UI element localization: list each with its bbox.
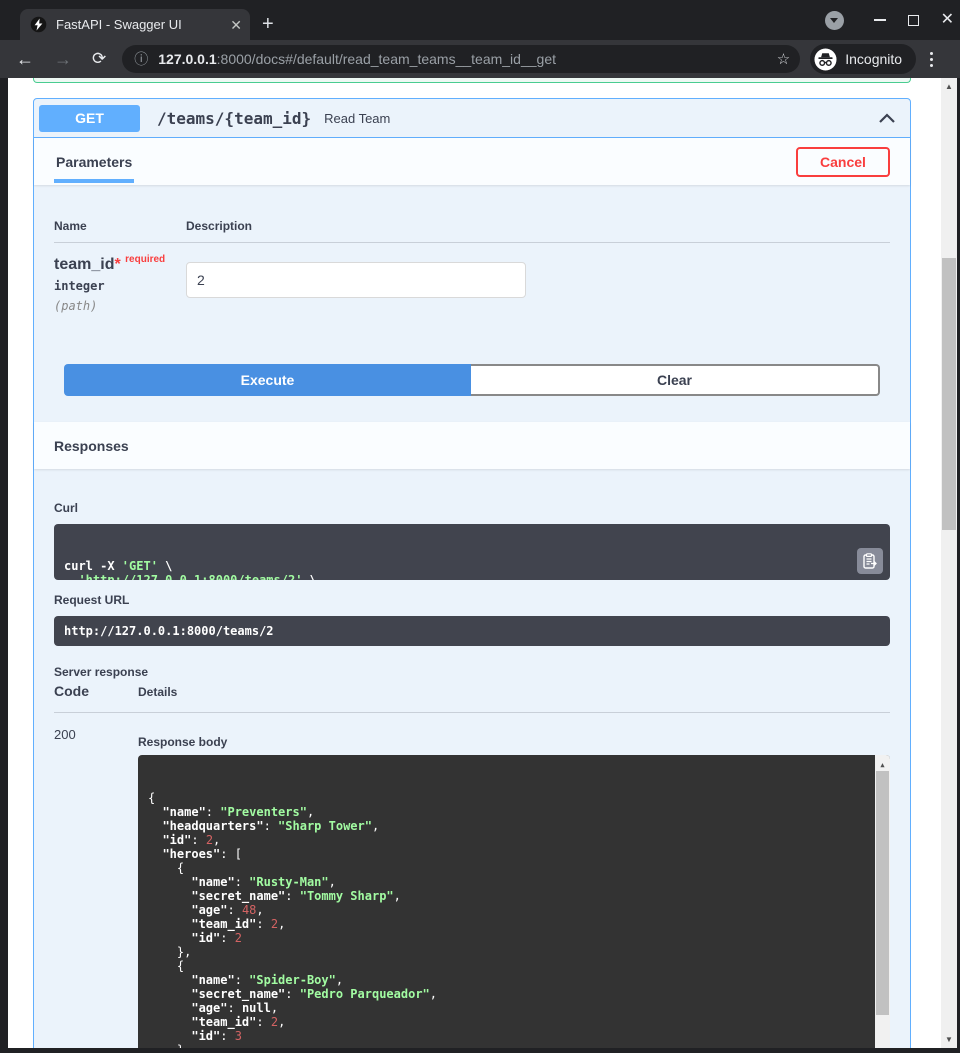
page-scrollbar[interactable]: ▲ ▼ — [941, 78, 957, 1048]
response-body-scrollbar[interactable]: ▲ — [875, 755, 890, 1048]
window-minimize-button[interactable] — [874, 19, 886, 21]
parameters-section-header: Parameters Cancel — [34, 138, 910, 185]
parameter-row: team_id* required integer (path) — [54, 243, 890, 313]
page-scroll-up-icon[interactable]: ▲ — [941, 82, 957, 91]
opblock-get-teams-team-id: GET /teams/{team_id} Read Team Parameter… — [33, 98, 911, 1048]
required-label: required — [125, 254, 165, 265]
swagger-page: GET /teams/{team_id} Read Team Parameter… — [8, 78, 957, 1048]
parameters-table-header: Name Description — [54, 185, 890, 243]
bookmark-star-icon[interactable]: ☆ — [777, 50, 790, 68]
browser-tab[interactable]: FastAPI - Swagger UI ✕ — [20, 9, 250, 40]
tab-parameters[interactable]: Parameters — [54, 141, 134, 183]
clear-button[interactable]: Clear — [471, 364, 880, 396]
url-bar[interactable]: ⓘ 127.0.0.1:8000/docs#/default/read_team… — [122, 45, 800, 73]
incognito-badge: Incognito — [810, 44, 916, 74]
url-text: 127.0.0.1:8000/docs#/default/read_team_t… — [158, 51, 777, 67]
page-scroll-down-icon[interactable]: ▼ — [941, 1035, 957, 1044]
cancel-button[interactable]: Cancel — [796, 147, 890, 177]
request-url-value: http://127.0.0.1:8000/teams/2 — [54, 616, 890, 646]
required-star: * — [114, 256, 120, 273]
request-url-label: Request URL — [54, 593, 890, 607]
op-path: /teams/{team_id} — [157, 109, 311, 128]
clipboard-icon — [863, 553, 877, 569]
copy-to-clipboard-button[interactable] — [857, 548, 883, 574]
url-host: 127.0.0.1 — [158, 51, 216, 67]
response-row: 200 Response body { "name": "Preventers"… — [54, 713, 890, 1048]
responses-title: Responses — [54, 438, 129, 454]
tab-title: FastAPI - Swagger UI — [56, 17, 224, 32]
name-column-header: Name — [54, 219, 186, 233]
incognito-label: Incognito — [845, 51, 902, 67]
parameter-location: (path) — [54, 299, 186, 313]
opblock-summary[interactable]: GET /teams/{team_id} Read Team — [34, 99, 910, 138]
tab-search-button[interactable] — [825, 11, 844, 30]
tab-close-icon[interactable]: ✕ — [230, 18, 242, 32]
page-info-icon[interactable]: ⓘ — [134, 49, 148, 69]
server-response-label: Server response — [54, 665, 890, 679]
op-summary: Read Team — [324, 111, 390, 126]
scroll-up-icon[interactable]: ▲ — [875, 758, 890, 772]
method-badge: GET — [39, 105, 140, 132]
curl-command: curl -X 'GET' \ 'http://127.0.0.1:8000/t… — [54, 524, 890, 580]
fastapi-favicon-icon — [30, 16, 47, 33]
curl-label: Curl — [54, 501, 890, 515]
details-column-header: Details — [138, 685, 177, 699]
browser-menu-button[interactable] — [930, 52, 933, 67]
parameter-name: team_id* required — [54, 256, 186, 274]
server-response-table: Code Details 200 Response body { "name":… — [54, 683, 890, 1048]
forward-button: → — [54, 50, 72, 68]
description-column-header: Description — [186, 219, 252, 233]
window-maximize-button[interactable] — [908, 15, 919, 26]
response-scrollbar-thumb[interactable] — [876, 771, 889, 1015]
parameter-type: integer — [54, 279, 186, 293]
window-close-button[interactable]: ✕ — [941, 12, 954, 28]
browser-toolbar: ← → ⟳ ⓘ 127.0.0.1:8000/docs#/default/rea… — [0, 40, 960, 78]
responses-body: Curl curl -X 'GET' \ 'http://127.0.0.1:8… — [34, 469, 910, 1048]
back-button[interactable]: ← — [16, 50, 34, 68]
execute-row: Execute Clear — [64, 364, 880, 396]
response-body-json: { "name": "Preventers", "headquarters": … — [138, 755, 890, 1048]
new-tab-button[interactable]: + — [262, 13, 274, 35]
reload-button[interactable]: ⟳ — [92, 50, 106, 68]
page-scrollbar-thumb[interactable] — [942, 258, 956, 530]
incognito-spy-icon — [814, 48, 837, 71]
status-code: 200 — [54, 713, 138, 1048]
url-path: :8000/docs#/default/read_team_teams__tea… — [217, 51, 556, 67]
response-body-label: Response body — [138, 735, 890, 749]
team-id-input[interactable] — [186, 262, 526, 298]
responses-section-header: Responses — [34, 422, 910, 469]
collapse-chevron-icon[interactable] — [878, 112, 896, 124]
execute-button[interactable]: Execute — [64, 364, 471, 396]
browser-titlebar: FastAPI - Swagger UI ✕ + ✕ — [0, 0, 960, 40]
parameters-body: Name Description team_id* required integ… — [34, 185, 910, 396]
previous-opblock-edge — [33, 78, 911, 83]
code-column-header: Code — [54, 683, 138, 699]
